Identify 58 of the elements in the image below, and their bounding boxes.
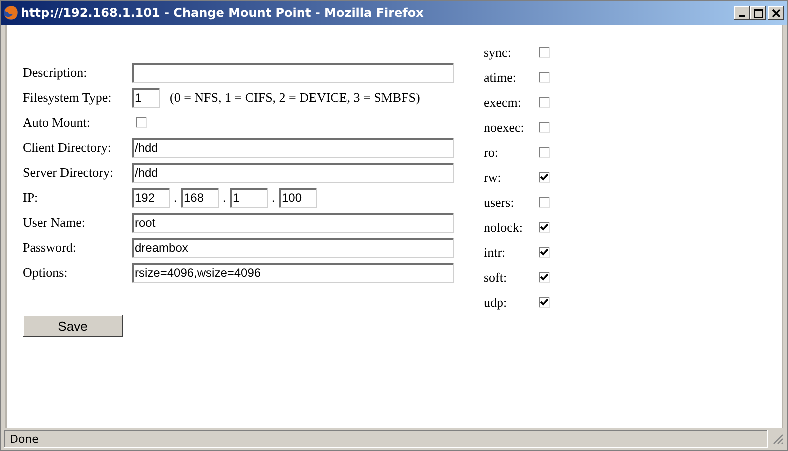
option-label: noexec:	[484, 120, 526, 136]
option-label: udp:	[484, 294, 508, 310]
text-field[interactable]: rsize=4096,wsize=4096	[132, 262, 454, 282]
field-label: Password:	[23, 240, 78, 256]
ip-octet-field[interactable]: 100	[279, 188, 317, 208]
hint-text: (0 = NFS, 1 = CIFS, 2 = DEVICE, 3 = SMBFS)	[170, 90, 420, 106]
save-button[interactable]: Save	[23, 315, 123, 337]
option-label: users:	[484, 194, 516, 210]
text-field[interactable]: dreambox	[132, 238, 454, 258]
checkbox[interactable]	[539, 222, 550, 233]
field-label: Auto Mount:	[23, 114, 92, 130]
browser-logo-icon	[3, 5, 19, 21]
checkbox[interactable]	[539, 147, 550, 158]
checkbox[interactable]	[539, 197, 550, 208]
checkbox[interactable]	[539, 172, 550, 183]
close-button[interactable]	[768, 6, 784, 20]
field-label: Client Directory:	[23, 140, 112, 156]
window-title: http://192.168.1.101 - Change Mount Point - Mozilla Firefox	[21, 6, 425, 20]
checkbox[interactable]	[539, 122, 550, 133]
maximize-icon	[754, 8, 762, 18]
minimize-button[interactable]	[734, 6, 750, 20]
text-field[interactable]: 1	[132, 88, 160, 108]
option-label: intr:	[484, 244, 507, 260]
field-label: Filesystem Type:	[23, 90, 113, 106]
option-label: sync:	[484, 44, 512, 60]
resize-grip-icon	[772, 433, 784, 445]
text-field[interactable]: /hdd	[132, 162, 454, 182]
minimize-icon	[739, 15, 745, 17]
option-label: nolock:	[484, 220, 524, 236]
option-label: atime:	[484, 70, 518, 86]
checkbox[interactable]	[539, 72, 550, 83]
checkbox[interactable]	[539, 97, 550, 108]
status-text: Done	[4, 430, 768, 448]
ip-separator: .	[270, 190, 276, 204]
option-label: rw:	[484, 170, 502, 186]
option-label: soft:	[484, 270, 508, 286]
text-field[interactable]	[132, 62, 454, 82]
ip-octet-field[interactable]: 168	[181, 188, 219, 208]
text-field[interactable]: root	[132, 212, 454, 232]
checkbox[interactable]	[539, 297, 550, 308]
ip-octet-field[interactable]: 192	[132, 188, 170, 208]
field-label: User Name:	[23, 214, 86, 230]
checkbox[interactable]	[539, 272, 550, 283]
close-icon	[772, 8, 780, 18]
field-label: IP:	[23, 190, 40, 206]
checkbox[interactable]	[136, 117, 147, 128]
ip-separator: .	[222, 190, 228, 204]
checkbox[interactable]	[539, 47, 550, 58]
field-label: Options:	[23, 264, 69, 280]
checkbox[interactable]	[539, 247, 550, 258]
ip-octet-field[interactable]: 1	[230, 188, 268, 208]
maximize-button[interactable]	[750, 6, 766, 20]
option-label: execm:	[484, 94, 523, 110]
field-label: Server Directory:	[23, 164, 115, 180]
option-label: ro:	[484, 144, 500, 160]
field-label: Description:	[23, 64, 88, 80]
ip-separator: .	[172, 190, 178, 204]
text-field[interactable]: /hdd	[132, 138, 454, 158]
